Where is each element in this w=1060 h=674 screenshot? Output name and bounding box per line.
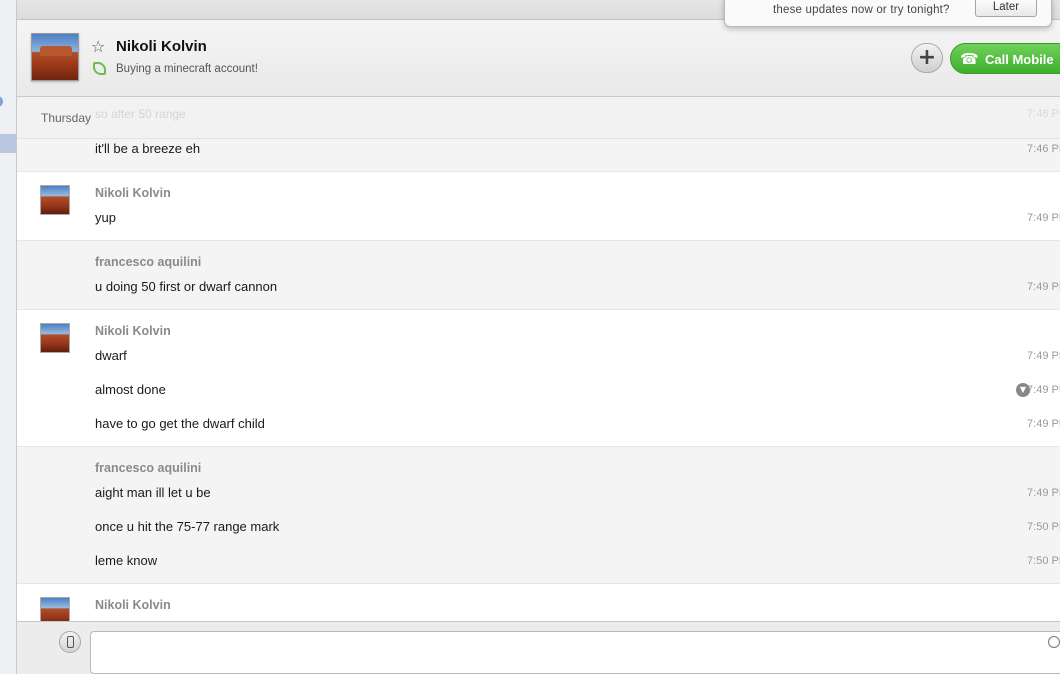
notification-text: these updates now or try tonight? <box>773 4 950 16</box>
message-time: 7:50 PM <box>1027 555 1060 567</box>
send-sms-button[interactable] <box>59 631 81 653</box>
message-row[interactable]: yup 7:49 PM <box>95 210 1060 230</box>
sidebar-selected-item[interactable] <box>0 134 16 153</box>
mood-message: Buying a minecraft account! <box>116 63 258 75</box>
message-time: 7:49 PM <box>1027 418 1060 430</box>
message-row[interactable]: have to go get the dwarf child 7:49 PM <box>95 416 1060 436</box>
star-icon[interactable]: ☆ <box>91 37 105 56</box>
emoticon-icon[interactable] <box>1048 636 1060 648</box>
message-text: almost done <box>95 382 166 397</box>
message-group: francesco aquilini u doing 50 first or d… <box>17 241 1060 310</box>
date-label: Thursday <box>41 111 92 125</box>
message-text: dwarf <box>95 348 127 363</box>
update-notification: these updates now or try tonight? Later <box>724 0 1052 27</box>
message-time: 7:49 PM <box>1027 212 1060 224</box>
sidebar-strip <box>0 0 17 674</box>
conversation-header: ☆ Nikoli Kolvin Buying a minecraft accou… <box>17 20 1060 97</box>
contact-name[interactable]: Nikoli Kolvin <box>116 38 207 55</box>
sender-avatar[interactable] <box>40 323 70 353</box>
phone-icon: ☎ <box>960 50 979 68</box>
faded-message: so after 50 range <box>95 107 186 121</box>
message-row[interactable]: it'll be a breeze eh 7:46 PM <box>95 141 1060 161</box>
message-row[interactable]: once u hit the 75-77 range mark 7:50 PM <box>95 519 1060 539</box>
later-button[interactable]: Later <box>975 0 1037 17</box>
mobile-phone-icon <box>67 636 74 648</box>
call-mobile-label: Call Mobile <box>985 52 1054 67</box>
message-time: 7:49 PM <box>1027 281 1060 293</box>
message-row[interactable]: leme know 7:50 PM <box>95 553 1060 573</box>
mood-icon <box>93 62 106 75</box>
message-group: francesco aquilini aight man ill let u b… <box>17 447 1060 584</box>
message-time: 7:50 PM <box>1027 521 1060 533</box>
message-text: it'll be a breeze eh <box>95 141 201 156</box>
sender-name[interactable]: francesco aquilini <box>95 461 201 475</box>
message-time: 7:49 PM <box>1027 350 1060 362</box>
message-text: have to go get the dwarf child <box>95 416 265 431</box>
message-text: leme know <box>95 553 158 568</box>
plus-icon: + <box>917 45 937 70</box>
add-participants-button[interactable]: + <box>911 43 943 73</box>
call-mobile-button[interactable]: ☎ Call Mobile <box>950 43 1060 74</box>
message-input[interactable] <box>90 631 1060 674</box>
message-group: it'll be a breeze eh 7:46 PM <box>17 139 1060 172</box>
contact-avatar[interactable] <box>31 33 79 81</box>
message-group: Nikoli Kolvin dwarf 7:49 PM almost done … <box>17 310 1060 447</box>
message-row[interactable]: dwarf 7:49 PM <box>95 348 1060 368</box>
sender-name[interactable]: Nikoli Kolvin <box>95 324 171 338</box>
message-text: u doing 50 first or dwarf cannon <box>95 279 278 294</box>
sender-name[interactable]: Nikoli Kolvin <box>95 186 171 200</box>
sender-name[interactable]: francesco aquilini <box>95 255 201 269</box>
message-row[interactable]: u doing 50 first or dwarf cannon 7:49 PM <box>95 279 1060 299</box>
message-text: yup <box>95 210 116 225</box>
message-time: 7:46 PM <box>1027 143 1060 155</box>
message-text: aight man ill let u be <box>95 485 211 500</box>
chat-history[interactable]: so after 50 range Thursday 7:46 PM it'll… <box>17 97 1060 621</box>
status-indicator <box>0 96 3 107</box>
sender-avatar[interactable] <box>40 597 70 621</box>
message-time: 7:49 PM <box>1027 384 1060 396</box>
message-composer <box>17 621 1060 674</box>
message-time: 7:49 PM <box>1027 487 1060 499</box>
message-text: once u hit the 75-77 range mark <box>95 519 280 534</box>
message-group: Nikoli Kolvin yup 7:49 PM <box>17 172 1060 241</box>
date-separator: so after 50 range Thursday 7:46 PM <box>17 97 1060 139</box>
faded-message-time: 7:46 PM <box>1027 108 1060 120</box>
message-group: Nikoli Kolvin <box>17 584 1060 621</box>
message-row[interactable]: aight man ill let u be 7:49 PM <box>95 485 1060 505</box>
message-row[interactable]: almost done ▼ 7:49 PM <box>95 382 1060 402</box>
sender-name[interactable]: Nikoli Kolvin <box>95 598 171 612</box>
sender-avatar[interactable] <box>40 185 70 215</box>
